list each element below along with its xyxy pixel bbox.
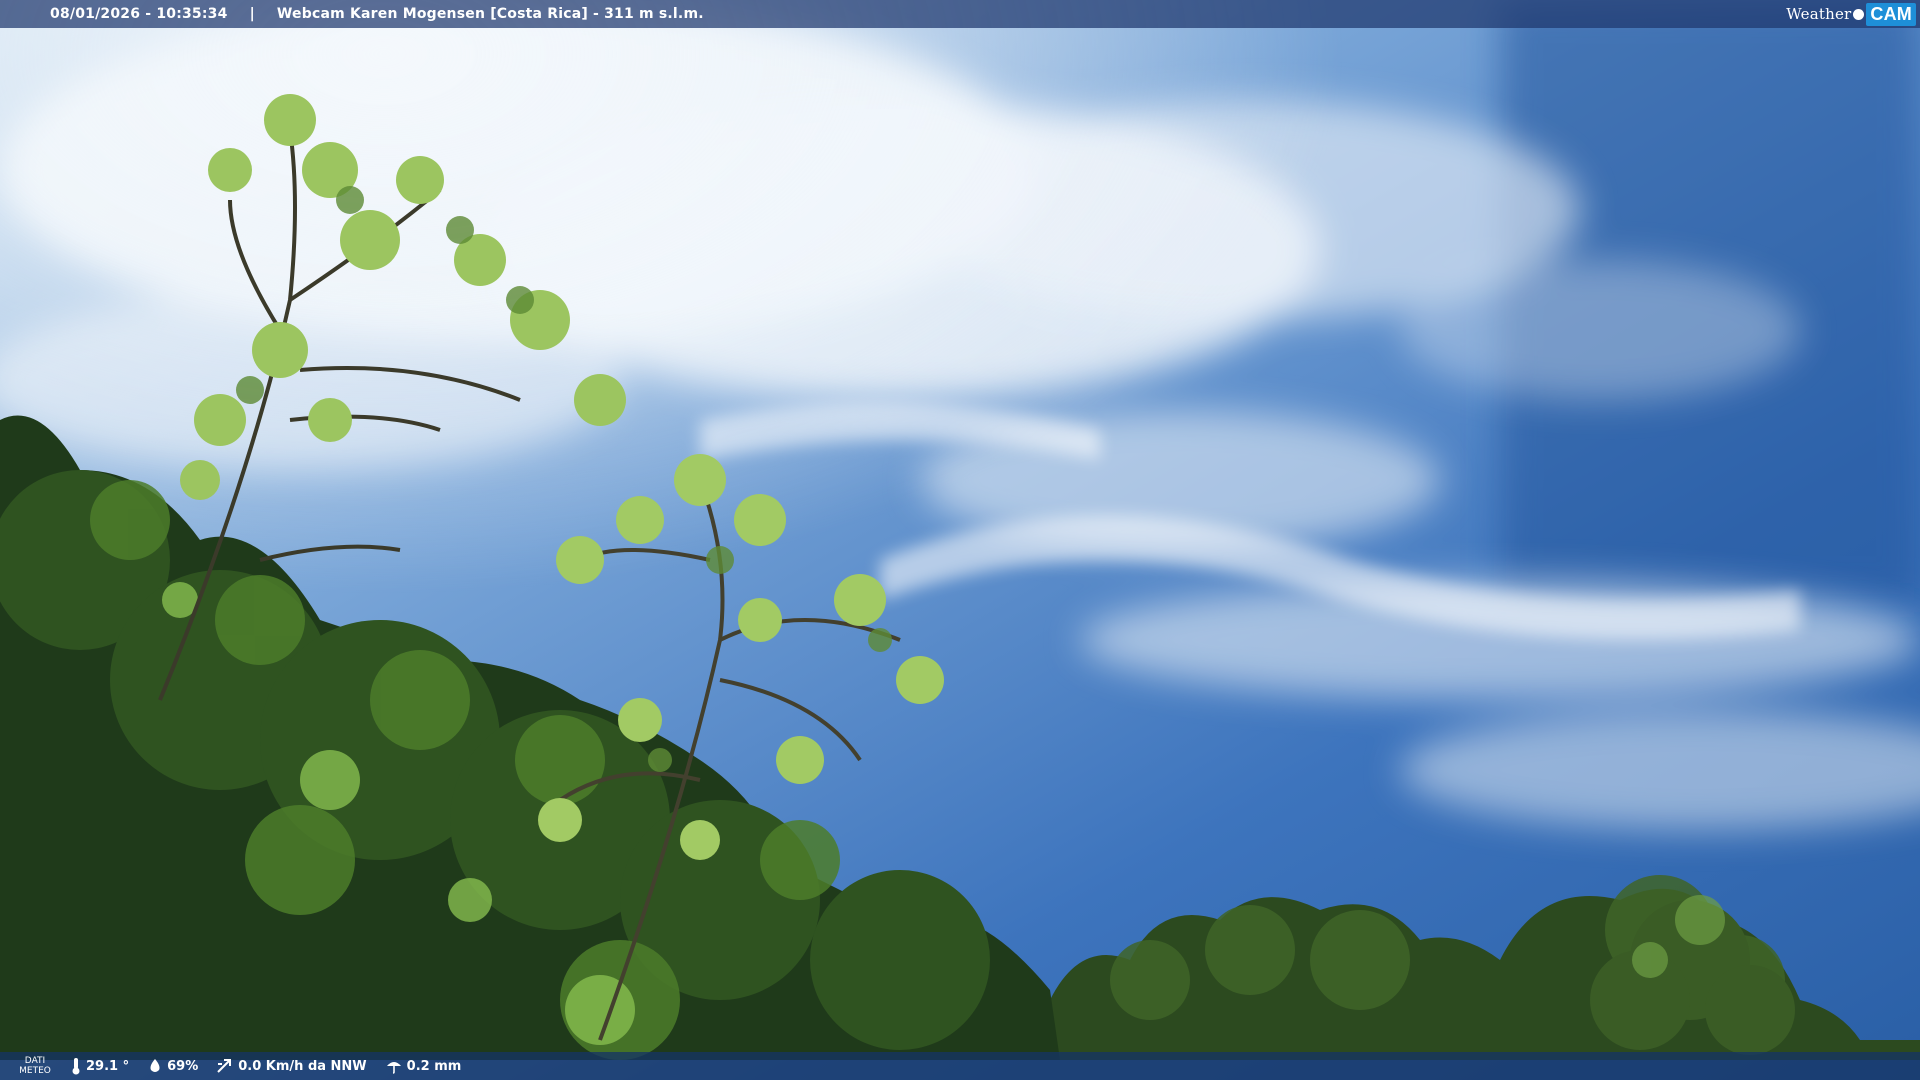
logo-weather-text: Weather bbox=[1786, 5, 1852, 23]
rain-value: 0.2 mm bbox=[406, 1058, 462, 1074]
webcam-image bbox=[0, 0, 1920, 1080]
humidity-metric: 69% bbox=[147, 1058, 198, 1074]
rain-metric: 0.2 mm bbox=[385, 1058, 462, 1074]
humidity-value: 69% bbox=[167, 1058, 199, 1074]
rain-icon bbox=[386, 1062, 401, 1074]
webcam-frame: 08/01/2026 - 10:35:34 | Webcam Karen Mog… bbox=[0, 0, 1920, 1080]
droplet-icon bbox=[150, 1059, 160, 1072]
logo-cam-text: CAM bbox=[1866, 2, 1916, 26]
wind-value: 0.0 Km/h da NNW bbox=[238, 1058, 367, 1074]
dati-meteo-label: DATI METEO bbox=[19, 1056, 51, 1076]
logo-dot-icon bbox=[1853, 8, 1865, 20]
wind-metric: 0.0 Km/h da NNW bbox=[216, 1058, 367, 1074]
header-bar: 08/01/2026 - 10:35:34 | Webcam Karen Mog… bbox=[0, 0, 1920, 28]
weathercam-logo[interactable]: Weather CAM bbox=[1786, 0, 1920, 28]
thermometer-icon bbox=[72, 1058, 80, 1075]
temperature-value: 29.1 ° bbox=[86, 1058, 130, 1074]
timestamp: 08/01/2026 - 10:35:34 bbox=[50, 6, 228, 22]
wind-icon bbox=[217, 1059, 232, 1073]
webcam-title: Webcam Karen Mogensen [Costa Rica] - 311… bbox=[276, 6, 704, 22]
weather-data-bar: DATI METEO 29.1 ° 69% 0.0 Km/h da NNW 0.… bbox=[0, 1052, 1920, 1080]
temperature-metric: 29.1 ° bbox=[70, 1057, 129, 1075]
separator: | bbox=[249, 6, 255, 22]
